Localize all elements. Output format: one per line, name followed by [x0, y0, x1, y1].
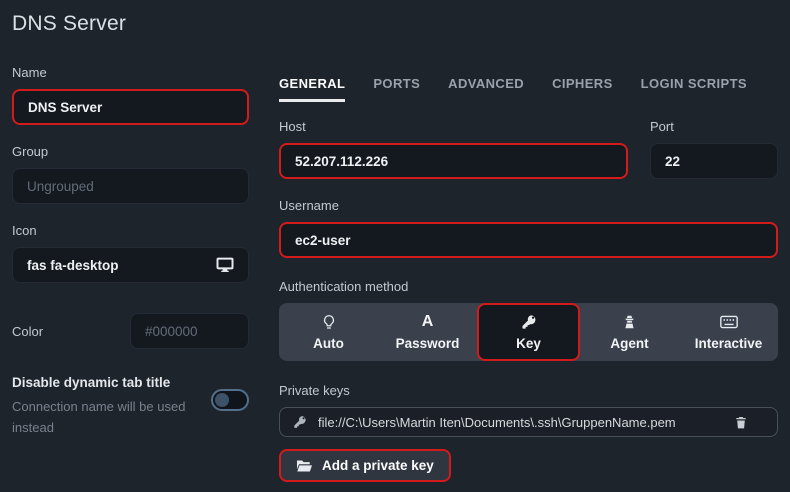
- page-title: DNS Server: [12, 12, 249, 36]
- tab-ciphers[interactable]: CIPHERS: [552, 76, 613, 102]
- host-port-row: Host 52.207.112.226 Port 22: [279, 119, 778, 179]
- host-input[interactable]: 52.207.112.226: [279, 143, 628, 179]
- color-placeholder: #000000: [145, 324, 198, 339]
- font-a-icon: A: [422, 314, 434, 331]
- username-block: Username ec2-user: [279, 198, 778, 258]
- icon-input[interactable]: fas fa-desktop: [12, 247, 249, 283]
- port-value: 22: [665, 154, 680, 169]
- dynamic-tab-title-description: Connection name will be used instead: [12, 396, 190, 438]
- tab-ports[interactable]: PORTS: [373, 76, 420, 102]
- port-label: Port: [650, 119, 778, 134]
- folder-open-icon: [296, 459, 313, 473]
- private-key-row[interactable]: file://C:\Users\Martin Iten\Documents\.s…: [279, 407, 778, 437]
- auth-option-label: Key: [516, 336, 541, 351]
- tab-login-scripts[interactable]: LOGIN SCRIPTS: [641, 76, 747, 102]
- color-label: Color: [12, 324, 43, 339]
- group-input[interactable]: Ungrouped: [12, 168, 249, 204]
- port-column: Port 22: [650, 119, 778, 179]
- toggle-texts: Disable dynamic tab title Connection nam…: [12, 375, 211, 438]
- color-row: Color #000000: [12, 313, 249, 349]
- host-label: Host: [279, 119, 628, 134]
- auth-option-label: Auto: [313, 336, 344, 351]
- private-key-path: file://C:\Users\Martin Iten\Documents\.s…: [318, 415, 676, 430]
- trash-icon[interactable]: [734, 415, 748, 430]
- auth-option-password[interactable]: A Password: [378, 303, 477, 361]
- add-private-key-label: Add a private key: [322, 458, 434, 473]
- toggle-knob: [215, 393, 229, 407]
- key-icon: [293, 415, 307, 429]
- auth-option-label: Interactive: [695, 336, 763, 351]
- group-placeholder: Ungrouped: [27, 179, 94, 194]
- keyboard-icon: [720, 314, 738, 331]
- private-keys-label: Private keys: [279, 383, 778, 398]
- auth-method-label: Authentication method: [279, 279, 778, 294]
- connection-editor: DNS Server Name DNS Server Group Ungroup…: [0, 0, 790, 492]
- tab-general[interactable]: GENERAL: [279, 76, 345, 102]
- dynamic-tab-title-label: Disable dynamic tab title: [12, 375, 211, 390]
- private-keys-block: Private keys file://C:\Users\Martin Iten…: [279, 383, 778, 482]
- auth-option-interactive[interactable]: Interactive: [679, 303, 778, 361]
- name-input[interactable]: DNS Server: [12, 89, 249, 125]
- tab-bar: GENERAL PORTS ADVANCED CIPHERS LOGIN SCR…: [279, 76, 778, 102]
- user-secret-icon: [622, 314, 637, 331]
- auth-option-label: Agent: [610, 336, 648, 351]
- auth-option-auto[interactable]: Auto: [279, 303, 378, 361]
- username-value: ec2-user: [295, 233, 351, 248]
- port-input[interactable]: 22: [650, 143, 778, 179]
- color-input[interactable]: #000000: [130, 313, 249, 349]
- lightbulb-icon: [322, 314, 336, 331]
- auth-option-agent[interactable]: Agent: [580, 303, 679, 361]
- tab-advanced[interactable]: ADVANCED: [448, 76, 524, 102]
- auth-option-key[interactable]: Key: [477, 303, 580, 361]
- dynamic-tab-title-section: Disable dynamic tab title Connection nam…: [12, 375, 249, 438]
- icon-label: Icon: [12, 223, 249, 238]
- auth-method-block: Authentication method Auto A Password: [279, 279, 778, 361]
- add-private-key-button[interactable]: Add a private key: [279, 449, 451, 482]
- desktop-icon: [216, 256, 234, 274]
- name-value: DNS Server: [28, 100, 102, 115]
- dynamic-tab-title-toggle[interactable]: [211, 389, 249, 411]
- name-label: Name: [12, 65, 249, 80]
- host-column: Host 52.207.112.226: [279, 119, 628, 179]
- username-label: Username: [279, 198, 778, 213]
- auth-option-label: Password: [396, 336, 460, 351]
- username-input[interactable]: ec2-user: [279, 222, 778, 258]
- icon-value: fas fa-desktop: [27, 258, 119, 273]
- group-label: Group: [12, 144, 249, 159]
- auth-method-segments: Auto A Password Key: [279, 303, 778, 361]
- right-panel: GENERAL PORTS ADVANCED CIPHERS LOGIN SCR…: [279, 76, 778, 482]
- key-icon: [521, 314, 537, 331]
- host-value: 52.207.112.226: [295, 154, 388, 169]
- left-panel: DNS Server Name DNS Server Group Ungroup…: [12, 10, 249, 482]
